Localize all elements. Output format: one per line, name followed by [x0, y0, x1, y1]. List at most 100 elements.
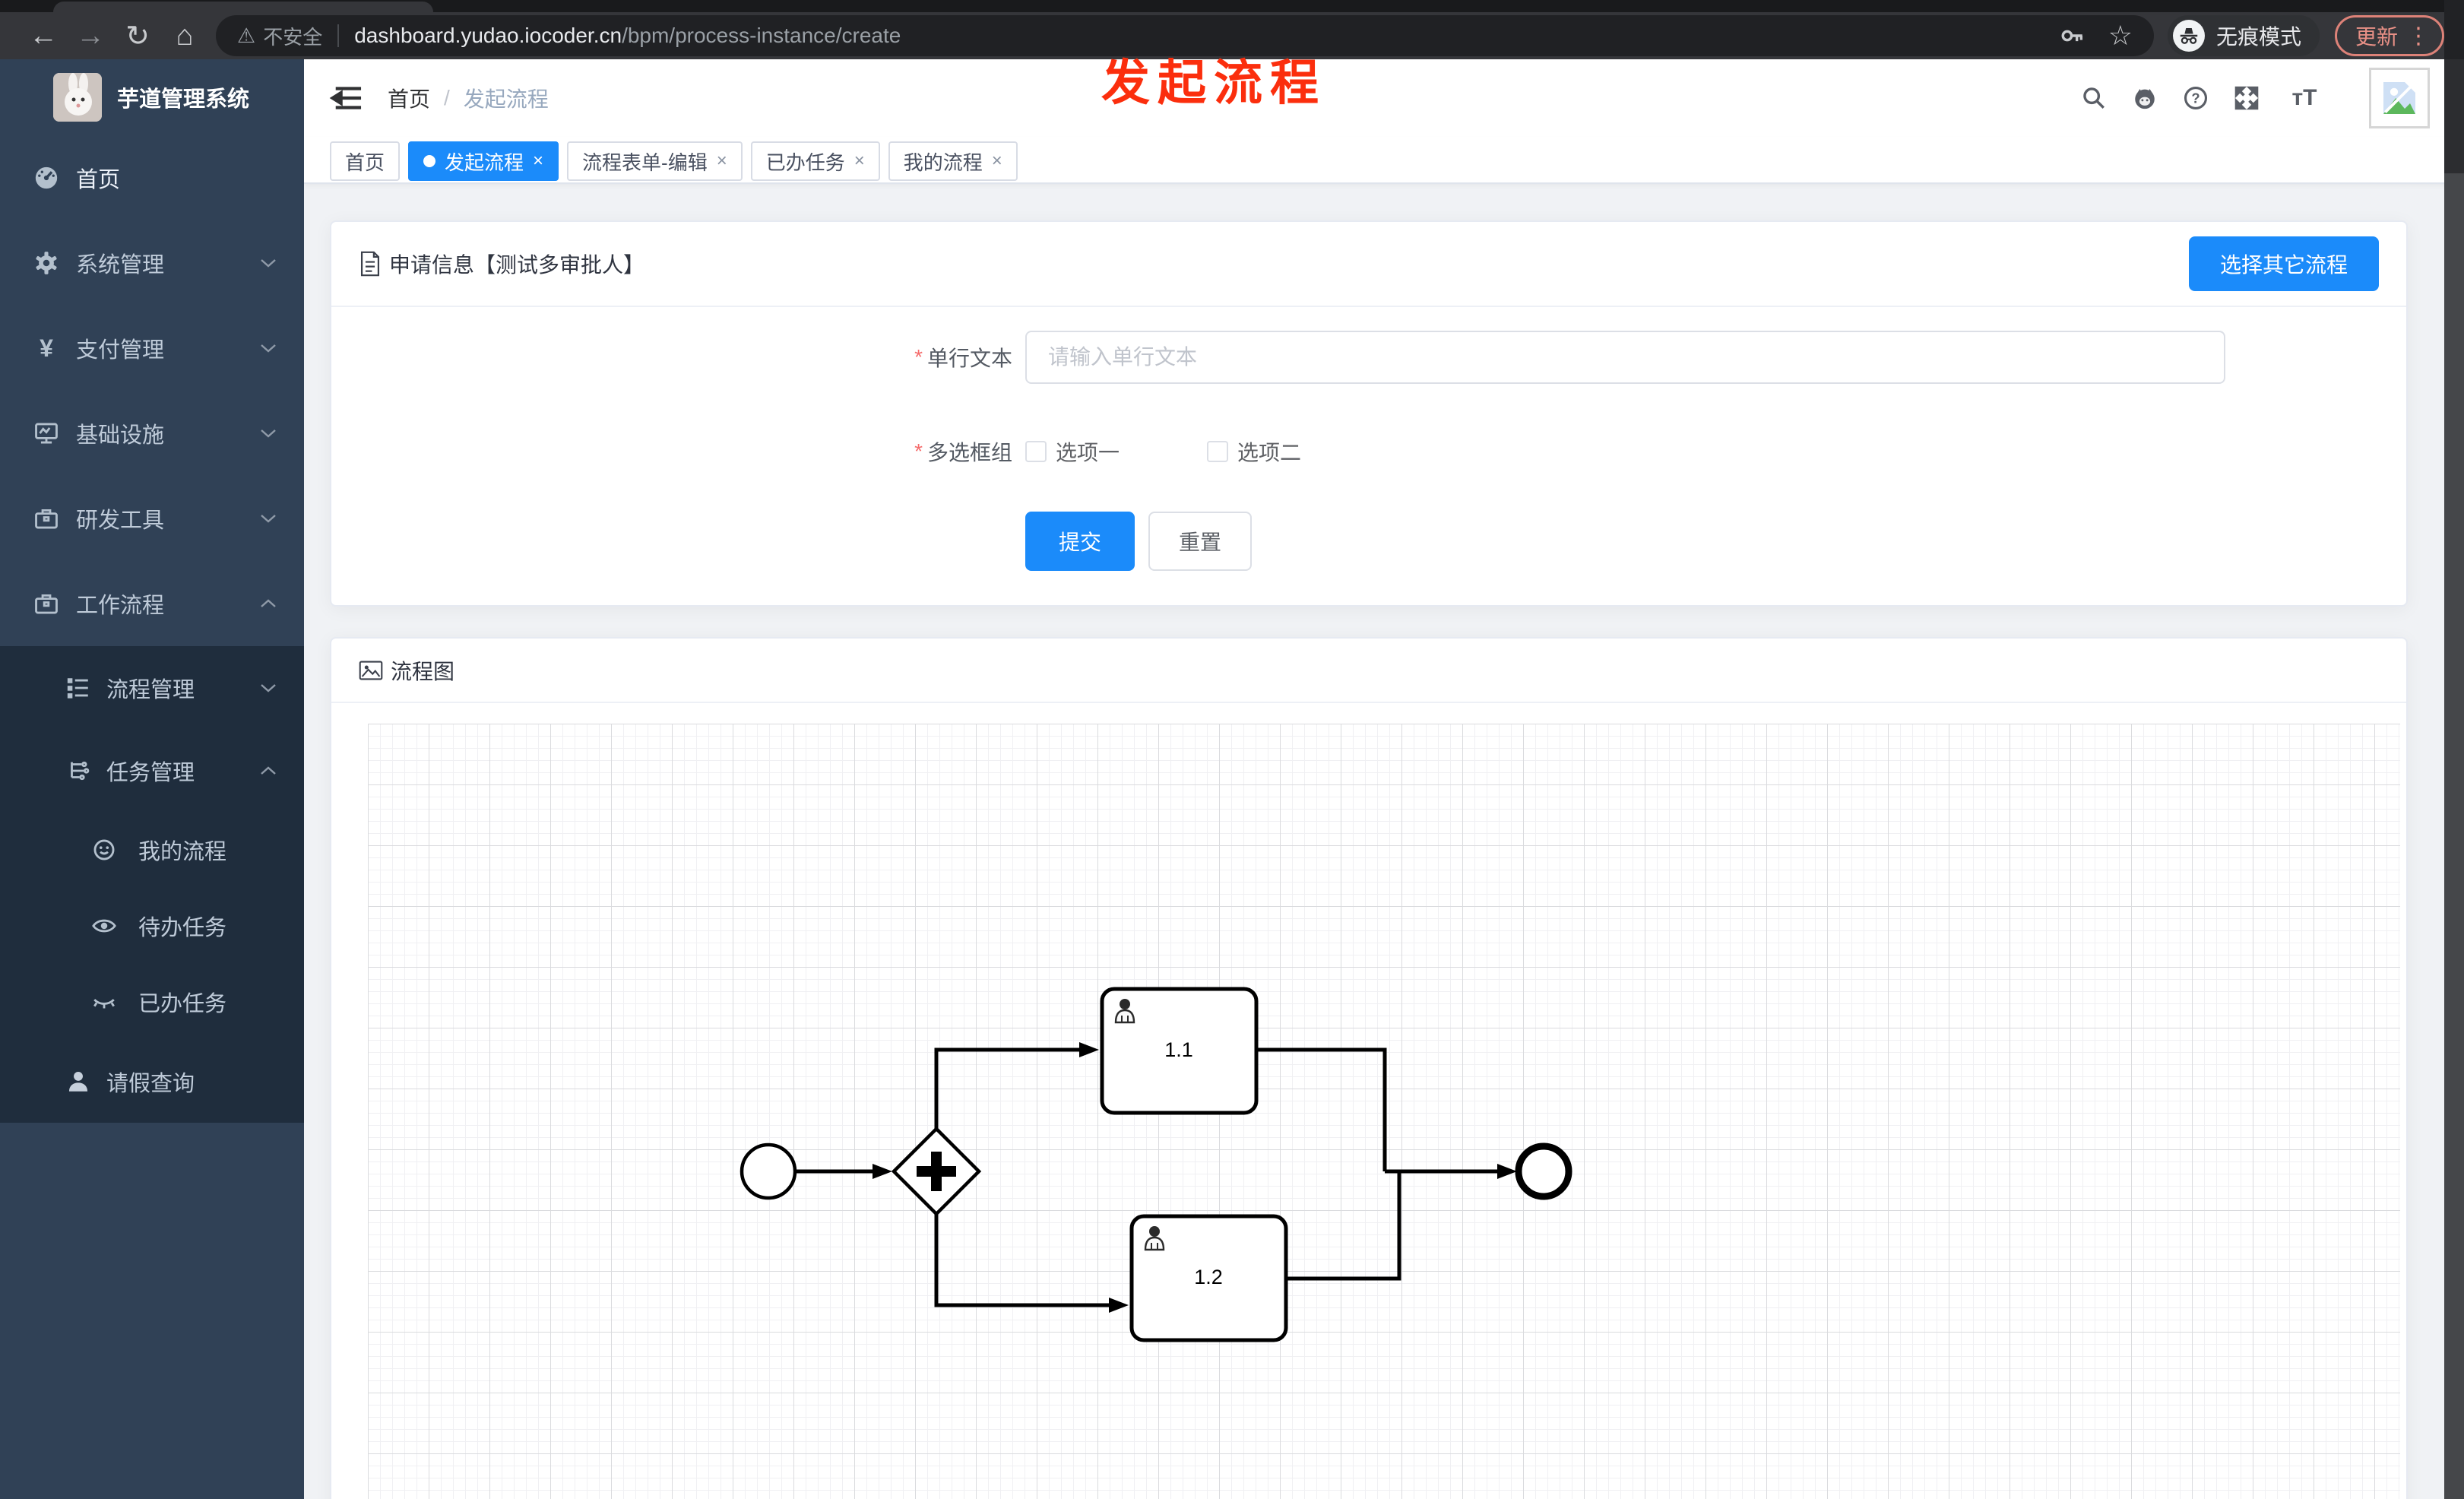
tag-done-tasks[interactable]: 已办任务 × [750, 141, 880, 181]
incognito-label: 无痕模式 [2215, 25, 2301, 49]
svg-text:?: ? [2191, 90, 2200, 106]
tag-label: 首页 [345, 151, 385, 174]
toolbox-icon [33, 591, 59, 616]
bookmark-star-icon[interactable]: ☆ [2108, 20, 2133, 52]
sidebar-item-system[interactable]: 系统管理 [0, 220, 304, 306]
bpmn-start-event[interactable] [740, 1142, 797, 1200]
chevron-up-icon [260, 598, 277, 609]
key-icon[interactable] [2060, 23, 2086, 49]
search-icon[interactable] [2081, 85, 2107, 111]
sidebar-item-label: 我的流程 [138, 840, 227, 864]
bpmn-parallel-gateway[interactable] [891, 1126, 982, 1217]
fullscreen-icon[interactable] [2234, 85, 2260, 111]
scrollbar-track-top [2444, 59, 2464, 173]
browser-update-button[interactable]: 更新 ⋮ [2334, 15, 2444, 56]
breadcrumb-home[interactable]: 首页 [388, 83, 430, 113]
page-header: 首页 / 发起流程 ? тT ▼ [304, 59, 2464, 137]
sidebar-item-leave-query[interactable]: 请假查询 [0, 1040, 304, 1123]
user-icon [65, 1069, 91, 1095]
close-icon[interactable]: × [533, 151, 543, 172]
sidebar-item-label: 工作流程 [76, 594, 165, 618]
font-size-icon[interactable]: тT [2285, 85, 2324, 111]
eye-closed-icon [91, 989, 117, 1015]
app-logo [53, 73, 102, 122]
sidebar-item-devtools[interactable]: 研发工具 [0, 476, 304, 561]
sidebar-item-my-process[interactable]: 我的流程 [0, 812, 304, 888]
scrollbar[interactable] [2444, 0, 2464, 1499]
tag-create-process[interactable]: 发起流程 × [408, 141, 559, 181]
collapse-sidebar-icon[interactable] [328, 79, 366, 117]
close-icon[interactable]: × [717, 151, 727, 172]
checkbox-option2-label[interactable]: 选项二 [1237, 436, 1301, 467]
apply-form: * 单行文本 * 多选框组 选项一 选项二 提交 重置 [331, 307, 2406, 605]
home-icon[interactable]: ⌂ [161, 20, 208, 52]
reset-button[interactable]: 重置 [1148, 512, 1252, 571]
tag-process-form-edit[interactable]: 流程表单-编辑 × [567, 141, 743, 181]
checkbox-option1[interactable] [1025, 441, 1047, 462]
required-asterisk: * [914, 345, 923, 369]
chevron-down-icon [260, 258, 277, 268]
sidebar-item-home[interactable]: 首页 [0, 135, 304, 220]
sidebar-item-process-management[interactable]: 流程管理 [0, 646, 304, 729]
sidebar-item-label: 任务管理 [106, 760, 195, 785]
diagram-card-header: 流程图 [331, 639, 2406, 703]
annotation-text: 发起流程 [1101, 55, 1326, 110]
text-field-label: * 单行文本 [696, 331, 1012, 384]
sidebar-item-done-tasks[interactable]: 已办任务 [0, 964, 304, 1040]
forward-icon[interactable]: → [67, 20, 114, 52]
single-line-text-input[interactable] [1025, 331, 2225, 384]
sidebar: 芋道管理系统 首页 系统管理 ¥ 支付管理 基础设施 研发工具 工作流程 流程管… [0, 59, 304, 1499]
checkbox-option1-label[interactable]: 选项一 [1056, 436, 1120, 467]
close-icon[interactable]: × [854, 151, 865, 172]
tag-label: 已办任务 [765, 151, 845, 174]
tag-my-process[interactable]: 我的流程 × [888, 141, 1018, 181]
sidebar-item-infrastructure[interactable]: 基础设施 [0, 391, 304, 476]
breadcrumb-current: 发起流程 [463, 87, 549, 111]
tag-home[interactable]: 首页 [330, 141, 401, 181]
process-list-icon [65, 675, 91, 701]
sidebar-item-task-management[interactable]: 任务管理 [0, 729, 304, 812]
close-icon[interactable]: × [992, 151, 1002, 172]
flow-diagram-card: 流程图 1.1 1.2 [330, 637, 2408, 1499]
choose-other-process-button[interactable]: 选择其它流程 [2189, 236, 2379, 291]
chevron-down-icon [260, 683, 277, 693]
chevron-down-icon [260, 343, 277, 353]
help-icon[interactable]: ? [2183, 85, 2209, 111]
checkbox-field-label: * 多选框组 [696, 429, 1012, 474]
security-label: 不安全 [263, 25, 323, 49]
avatar[interactable] [2369, 68, 2430, 128]
diagram-card-title: 流程图 [391, 659, 455, 683]
bpmn-user-task-1-1[interactable]: 1.1 [1100, 987, 1259, 1115]
active-dot-icon [423, 155, 436, 167]
scrollbar-top [2444, 0, 2464, 59]
sidebar-item-todo-tasks[interactable]: 待办任务 [0, 888, 304, 964]
bpmn-diagram: 1.1 1.2 [740, 987, 1572, 1342]
not-secure-warning-icon[interactable]: ⚠ [237, 24, 255, 48]
breadcrumb-separator: / [444, 86, 450, 109]
browser-active-tab[interactable] [53, 2, 433, 12]
bpmn-user-task-1-2[interactable]: 1.2 [1129, 1214, 1288, 1342]
main-page: 首页 / 发起流程 ? тT ▼ 首页 [304, 59, 2464, 1499]
checkbox-group: 选项一 选项二 [1025, 429, 1301, 474]
field-label-text: 单行文本 [926, 347, 1012, 370]
logo-row[interactable]: 芋道管理系统 [0, 59, 304, 135]
browser-menu-icon[interactable]: ⋮ [2407, 23, 2430, 49]
sidebar-item-payment[interactable]: ¥ 支付管理 [0, 306, 304, 391]
bpmn-canvas[interactable]: 1.1 1.2 [368, 724, 2400, 1499]
apply-card-title: 申请信息【测试多审批人】 [389, 253, 645, 277]
chevron-down-icon [260, 428, 277, 439]
submit-button[interactable]: 提交 [1025, 512, 1135, 571]
face-icon [91, 837, 117, 863]
github-icon[interactable] [2132, 85, 2158, 111]
field-label-text: 多选框组 [926, 441, 1012, 464]
sidebar-item-workflow[interactable]: 工作流程 [0, 561, 304, 646]
sidebar-item-label: 待办任务 [138, 916, 227, 940]
reload-icon[interactable]: ↻ [114, 19, 161, 53]
back-icon[interactable]: ← [20, 20, 67, 52]
apply-info-card: 申请信息【测试多审批人】 选择其它流程 * 单行文本 * 多选框组 选项一 选项… [330, 220, 2408, 607]
checkbox-option2[interactable] [1207, 441, 1229, 462]
app-title: 芋道管理系统 [117, 87, 250, 112]
bpmn-end-event[interactable] [1515, 1142, 1572, 1200]
yen-icon: ¥ [40, 334, 53, 362]
incognito-icon [2172, 20, 2205, 52]
